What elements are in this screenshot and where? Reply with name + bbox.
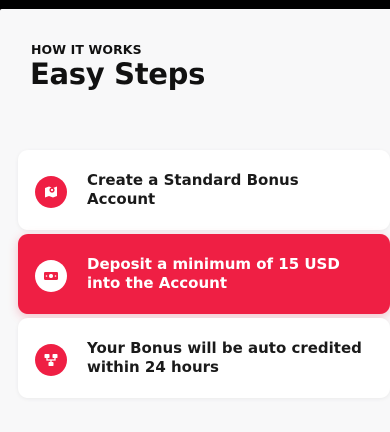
section-title: Easy Steps	[30, 57, 206, 91]
step-card-1[interactable]: Create a Standard Bonus Account	[18, 150, 390, 230]
step-label: Deposit a minimum of 15 USD into the Acc…	[87, 255, 340, 292]
step-label: Create a Standard Bonus Account	[87, 171, 299, 208]
flow-icon	[35, 344, 67, 376]
cash-icon	[35, 260, 67, 292]
step-label: Your Bonus will be auto credited within …	[87, 339, 362, 376]
step-card-2[interactable]: Deposit a minimum of 15 USD into the Acc…	[18, 234, 390, 314]
map-pin-icon	[35, 176, 67, 208]
section-eyebrow: HOW IT WORKS	[31, 42, 142, 57]
how-it-works-section: HOW IT WORKS Easy Steps Create a Standar…	[0, 9, 390, 432]
step-card-3[interactable]: Your Bonus will be auto credited within …	[18, 318, 390, 398]
